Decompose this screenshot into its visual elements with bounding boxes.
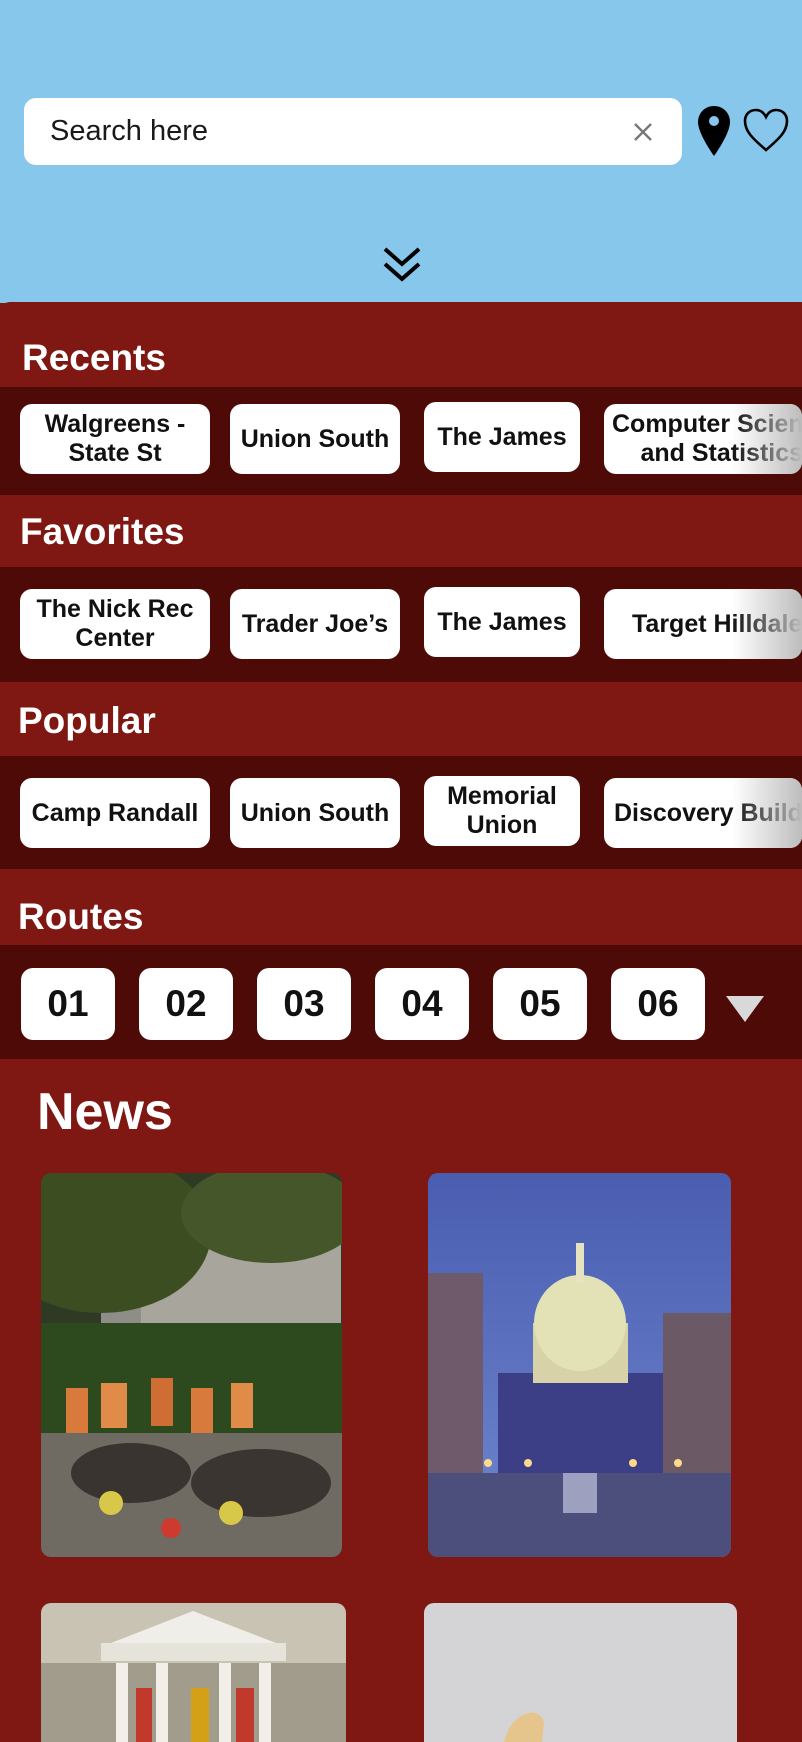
recent-chip[interactable]: Computer Science and Statistics	[604, 404, 802, 474]
close-icon[interactable]	[630, 119, 656, 145]
news-title: News	[37, 1083, 173, 1141]
news-image-capitol[interactable]	[428, 1173, 731, 1557]
popular-chip[interactable]: Discovery Building	[604, 778, 802, 848]
route-button[interactable]: 06	[611, 968, 705, 1040]
dropdown-triangle-icon[interactable]	[726, 996, 764, 1022]
favorite-chip[interactable]: Target Hilldale	[604, 589, 802, 659]
news-image-terrace[interactable]	[41, 1173, 342, 1557]
heart-icon[interactable]	[742, 107, 790, 158]
route-button[interactable]: 01	[21, 968, 115, 1040]
recent-chip[interactable]: The James	[424, 402, 580, 472]
popular-title: Popular	[18, 700, 156, 741]
news-image-statue[interactable]	[424, 1603, 737, 1742]
search-input[interactable]: Search here	[50, 115, 630, 148]
recents-title: Recents	[22, 337, 166, 378]
popular-chip[interactable]: Camp Randall	[20, 778, 210, 848]
double-chevron-down-icon[interactable]	[381, 244, 423, 291]
route-button[interactable]: 04	[375, 968, 469, 1040]
popular-chip[interactable]: Union South	[230, 778, 400, 848]
news-image-bascom-hall[interactable]	[41, 1603, 346, 1742]
route-button[interactable]: 02	[139, 968, 233, 1040]
popular-chip[interactable]: Memorial Union	[424, 776, 580, 846]
favorites-title: Favorites	[20, 511, 185, 552]
route-button[interactable]: 05	[493, 968, 587, 1040]
recent-chip[interactable]: Walgreens - State St	[20, 404, 210, 474]
route-button[interactable]: 03	[257, 968, 351, 1040]
location-pin-icon[interactable]	[696, 104, 732, 163]
favorite-chip[interactable]: Trader Joe’s	[230, 589, 400, 659]
recent-chip[interactable]: Union South	[230, 404, 400, 474]
search-bar[interactable]: Search here	[24, 98, 682, 165]
favorite-chip[interactable]: The Nick Rec Center	[20, 589, 210, 659]
routes-title: Routes	[18, 896, 144, 937]
favorite-chip[interactable]: The James	[424, 587, 580, 657]
header-area: Search here	[0, 0, 802, 303]
